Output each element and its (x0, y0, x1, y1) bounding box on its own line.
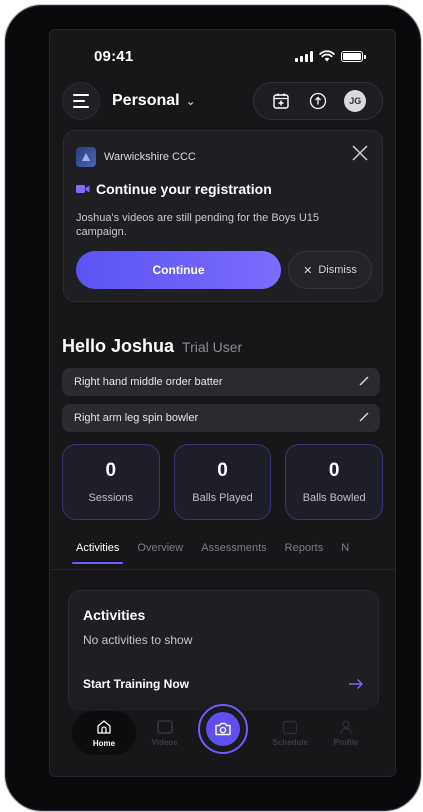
stat-balls-played[interactable]: 0 Balls Played (173, 444, 272, 520)
close-icon[interactable] (350, 143, 370, 163)
battery-icon (341, 50, 366, 62)
dismiss-button[interactable]: ✕ Dismiss (288, 251, 372, 289)
status-icons (295, 50, 366, 62)
video-icon (157, 720, 173, 734)
nav-profile[interactable]: Profile (319, 711, 373, 755)
close-icon: ✕ (303, 264, 313, 277)
dismiss-label: Dismiss (318, 264, 357, 276)
calendar-icon (283, 720, 298, 735)
registration-card: Warwickshire CCC Continue your registrat… (63, 130, 383, 302)
status-time: 09:41 (94, 48, 134, 65)
phone-frame: 09:41 Personal ⌄ JG Warwickshire CCC Con… (4, 4, 422, 812)
stat-label: Balls Bowled (302, 492, 366, 504)
home-icon (97, 720, 111, 734)
nav-videos-label: Videos (151, 738, 178, 747)
tab-activities[interactable]: Activities (71, 542, 124, 564)
greeting: Hello Joshua Trial User (62, 336, 242, 357)
registration-title-text: Continue your registration (96, 181, 272, 197)
registration-description: Joshua's videos are still pending for th… (76, 212, 320, 238)
stat-sessions[interactable]: 0 Sessions (62, 444, 160, 520)
nav-profile-label: Profile (333, 738, 359, 747)
start-training-label: Start Training Now (83, 677, 190, 691)
camera-icon (215, 722, 231, 736)
activities-title: Activities (83, 607, 146, 623)
batting-style-row[interactable]: Right hand middle order batter (62, 368, 380, 396)
stat-value: 0 (328, 460, 340, 481)
video-icon (76, 185, 90, 193)
chevron-down-icon: ⌄ (185, 94, 196, 108)
club-name: Warwickshire CCC (104, 151, 196, 163)
continue-button[interactable]: Continue (76, 251, 281, 289)
nav-schedule-label: Schedule (272, 738, 309, 747)
record-button[interactable] (198, 704, 248, 754)
tab-overview[interactable]: Overview (137, 542, 183, 564)
stats-row: 0 Sessions 0 Balls Played 0 Balls Bowled (62, 444, 384, 520)
user-icon (339, 720, 353, 734)
nav-home[interactable]: Home (72, 711, 136, 755)
camera-button-inner (206, 712, 240, 746)
activities-empty: No activities to show (83, 633, 193, 647)
nav-schedule[interactable]: Schedule (263, 711, 317, 755)
tab-bar: Activities Overview Assessments Reports … (50, 536, 395, 570)
bottom-nav: Home Videos Schedule Profile (50, 700, 395, 776)
workspace-label: Personal (112, 92, 180, 109)
start-training-button[interactable]: Start Training Now (83, 677, 364, 691)
user-role: Trial User (182, 339, 243, 355)
app-header: Personal ⌄ JG (62, 82, 383, 122)
workspace-switcher[interactable]: Personal ⌄ (112, 92, 196, 110)
avatar[interactable]: JG (344, 90, 367, 112)
add-calendar-button[interactable] (270, 90, 292, 112)
tab-reports[interactable]: Reports (285, 542, 324, 564)
calendar-add-icon (272, 93, 289, 109)
stat-value: 0 (217, 460, 228, 481)
header-actions: JG (253, 82, 383, 120)
stat-label: Balls Played (192, 492, 253, 504)
upload-button[interactable] (307, 90, 329, 112)
menu-button[interactable] (62, 82, 100, 120)
status-bar: 09:41 (50, 48, 395, 68)
stat-value: 0 (105, 460, 117, 481)
signal-icon (295, 50, 313, 62)
bowling-style: Right arm leg spin bowler (74, 412, 199, 424)
activities-card: Activities No activities to show Start T… (68, 590, 379, 710)
app-screen: 09:41 Personal ⌄ JG Warwickshire CCC Con… (49, 29, 396, 777)
stat-balls-bowled[interactable]: 0 Balls Bowled (285, 444, 384, 520)
batting-style: Right hand middle order batter (74, 376, 223, 388)
nav-home-label: Home (92, 739, 116, 748)
club-row: Warwickshire CCC (76, 147, 196, 167)
greeting-text: Hello Joshua (62, 336, 175, 356)
upload-icon (309, 92, 327, 110)
bowling-style-row[interactable]: Right arm leg spin bowler (62, 404, 380, 432)
nav-videos[interactable]: Videos (138, 711, 192, 755)
tab-assessments[interactable]: Assessments (201, 542, 266, 564)
tab-list: Activities Overview Assessments Reports … (71, 542, 349, 564)
tab-more[interactable]: N (341, 542, 349, 564)
registration-title: Continue your registration (76, 181, 272, 197)
edit-icon[interactable] (358, 411, 370, 423)
club-logo-icon (76, 147, 96, 167)
arrow-right-icon (349, 679, 363, 689)
edit-icon[interactable] (358, 375, 370, 387)
stat-label: Sessions (88, 492, 134, 504)
wifi-icon (319, 50, 335, 62)
